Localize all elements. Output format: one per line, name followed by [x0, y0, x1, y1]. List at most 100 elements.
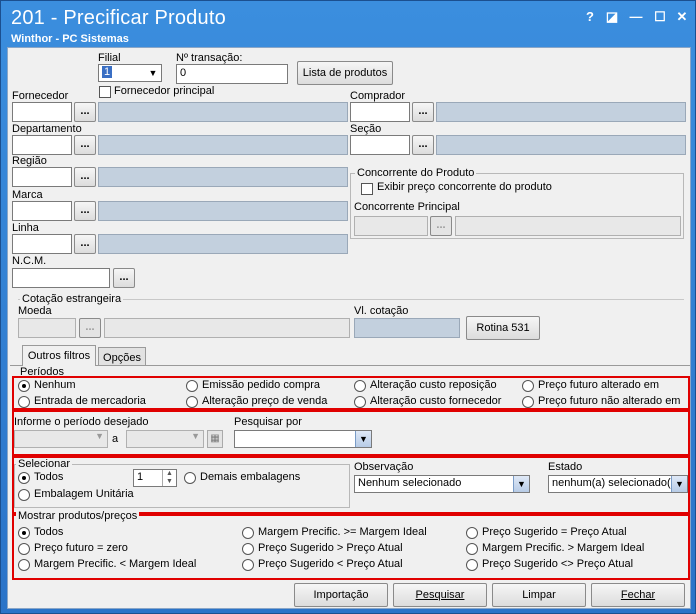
- moeda-browse-button[interactable]: ...: [79, 318, 101, 338]
- mostrar-label-sugerido-maior: Preço Sugerido > Preço Atual: [258, 542, 403, 554]
- periodo-label-nenhum: Nenhum: [34, 379, 76, 391]
- regiao-browse-button[interactable]: ...: [74, 167, 96, 187]
- periodo-radio-preco-futuro-nao-alterado[interactable]: [522, 396, 534, 408]
- mostrar-label-futuro-zero: Preço futuro = zero: [34, 542, 128, 554]
- periodo-label-preco-futuro-alterado: Preço futuro alterado em: [538, 379, 660, 391]
- exibir-concorrente-label: Exibir preço concorrente do produto: [377, 181, 552, 193]
- comprador-name-field: [436, 102, 686, 122]
- observacao-select[interactable]: Nenhum selecionado ▼: [354, 475, 530, 493]
- mostrar-radio-margem-maior[interactable]: [466, 543, 478, 555]
- mostrar-radio-sugerido-menor[interactable]: [242, 559, 254, 571]
- chevron-down-icon: ▼: [671, 476, 687, 492]
- importacao-button[interactable]: Importação: [294, 583, 388, 607]
- calendar-icon[interactable]: ▦: [207, 430, 223, 448]
- tab-opcoes[interactable]: Opções: [98, 347, 146, 365]
- concorrente-name-field: [455, 216, 681, 236]
- edit-icon[interactable]: ◪: [603, 9, 621, 25]
- mostrar-radio-sugerido-diferente[interactable]: [466, 559, 478, 571]
- close-icon[interactable]: ✕: [673, 9, 691, 25]
- embalagem-qty-stepper[interactable]: 1 ▲ ▼: [133, 469, 177, 487]
- estado-select[interactable]: nenhum(a) selecionado(a) ▼: [548, 475, 688, 493]
- exibir-concorrente-checkbox[interactable]: [361, 183, 373, 195]
- linha-label: Linha: [12, 222, 39, 234]
- secao-code-input[interactable]: [350, 135, 410, 155]
- comprador-code-input[interactable]: [350, 102, 410, 122]
- estado-label: Estado: [548, 461, 583, 473]
- mostrar-radio-margem-maior-igual[interactable]: [242, 527, 254, 539]
- spinner-icon[interactable]: ▲ ▼: [162, 470, 176, 486]
- pesquisar-por-select[interactable]: ▼: [234, 430, 372, 448]
- mostrar-radio-sugerido-igual[interactable]: [466, 527, 478, 539]
- marca-name-field: [98, 201, 348, 221]
- regiao-label: Região: [12, 155, 47, 167]
- mostrar-radio-sugerido-maior[interactable]: [242, 543, 254, 555]
- moeda-label: Moeda: [18, 305, 52, 317]
- selecionar-radio-unitaria[interactable]: [18, 489, 30, 501]
- concorrente-code-input[interactable]: [354, 216, 428, 236]
- fornecedor-principal-checkbox[interactable]: [99, 86, 111, 98]
- selecionar-label-unitaria: Embalagem Unitária: [34, 488, 134, 500]
- linha-code-input[interactable]: [12, 234, 72, 254]
- secao-browse-button[interactable]: ...: [412, 135, 434, 155]
- pesquisar-label: Pesquisar: [415, 589, 465, 601]
- periodo-radio-custo-fornecedor[interactable]: [354, 396, 366, 408]
- comprador-label: Comprador: [350, 90, 406, 102]
- linha-browse-button[interactable]: ...: [74, 234, 96, 254]
- regiao-name-field: [98, 167, 348, 187]
- marca-code-input[interactable]: [12, 201, 72, 221]
- marca-label: Marca: [12, 189, 43, 201]
- departamento-browse-button[interactable]: ...: [74, 135, 96, 155]
- chevron-down-icon: ▼: [145, 65, 161, 81]
- periodo-radio-custo-reposicao[interactable]: [354, 380, 366, 392]
- lista-produtos-button[interactable]: Lista de produtos: [297, 61, 393, 85]
- ncm-input[interactable]: [12, 268, 110, 288]
- pesquisar-button[interactable]: Pesquisar: [393, 583, 487, 607]
- transacao-label: Nº transação:: [176, 52, 243, 64]
- mostrar-title: Mostrar produtos/preços: [16, 510, 140, 522]
- selecionar-radio-todos[interactable]: [18, 472, 30, 484]
- mostrar-radio-margem-menor[interactable]: [18, 559, 30, 571]
- periodo-radio-preco-venda[interactable]: [186, 396, 198, 408]
- moeda-code-input[interactable]: [18, 318, 76, 338]
- mostrar-radio-todos[interactable]: [18, 527, 30, 539]
- rotina-531-button[interactable]: Rotina 531: [466, 316, 540, 340]
- fechar-button[interactable]: Fechar: [591, 583, 685, 607]
- concorrente-principal-label: Concorrente Principal: [354, 201, 460, 213]
- fornecedor-code-input[interactable]: [12, 102, 72, 122]
- selecionar-label-demais: Demais embalagens: [200, 471, 301, 483]
- selecionar-radio-demais[interactable]: [184, 472, 196, 484]
- app-window: 201 - Precificar Produto Winthor - PC Si…: [0, 0, 696, 614]
- fornecedor-name-field: [98, 102, 348, 122]
- periodo-radio-nenhum[interactable]: [18, 380, 30, 392]
- transacao-input[interactable]: 0: [176, 64, 288, 84]
- filial-value: 1: [102, 66, 113, 78]
- title-bar: 201 - Precificar Produto Winthor - PC Si…: [1, 1, 695, 47]
- observacao-label: Observação: [354, 461, 414, 473]
- periodo-radio-emissao[interactable]: [186, 380, 198, 392]
- periodo-radio-preco-futuro-alterado[interactable]: [522, 380, 534, 392]
- help-icon[interactable]: ?: [581, 9, 599, 25]
- mostrar-radio-futuro-zero[interactable]: [18, 543, 30, 555]
- comprador-browse-button[interactable]: ...: [412, 102, 434, 122]
- concorrente-browse-button[interactable]: ...: [430, 216, 452, 236]
- departamento-code-input[interactable]: [12, 135, 72, 155]
- ncm-browse-button[interactable]: ...: [113, 268, 135, 288]
- fechar-label: Fechar: [620, 589, 656, 601]
- minimize-icon[interactable]: —: [627, 9, 645, 25]
- periodo-inicio-picker[interactable]: ▼: [14, 430, 108, 448]
- fornecedor-browse-button[interactable]: ...: [74, 102, 96, 122]
- periodo-radio-entrada[interactable]: [18, 396, 30, 408]
- periodo-fim-picker[interactable]: ▼: [126, 430, 204, 448]
- selecionar-title: Selecionar: [16, 458, 72, 470]
- tab-outros-filtros[interactable]: Outros filtros: [22, 345, 96, 366]
- regiao-code-input[interactable]: [12, 167, 72, 187]
- maximize-icon[interactable]: ☐: [651, 9, 669, 25]
- filial-select[interactable]: 1 ▼: [98, 64, 162, 82]
- fornecedor-label: Fornecedor: [12, 90, 69, 102]
- secao-label: Seção: [350, 123, 382, 135]
- marca-browse-button[interactable]: ...: [74, 201, 96, 221]
- observacao-value: Nenhum selecionado: [358, 477, 462, 489]
- selecionar-label-todos: Todos: [34, 471, 64, 483]
- limpar-button[interactable]: Limpar: [492, 583, 586, 607]
- periodo-label-custo-reposicao: Alteração custo reposição: [370, 379, 497, 391]
